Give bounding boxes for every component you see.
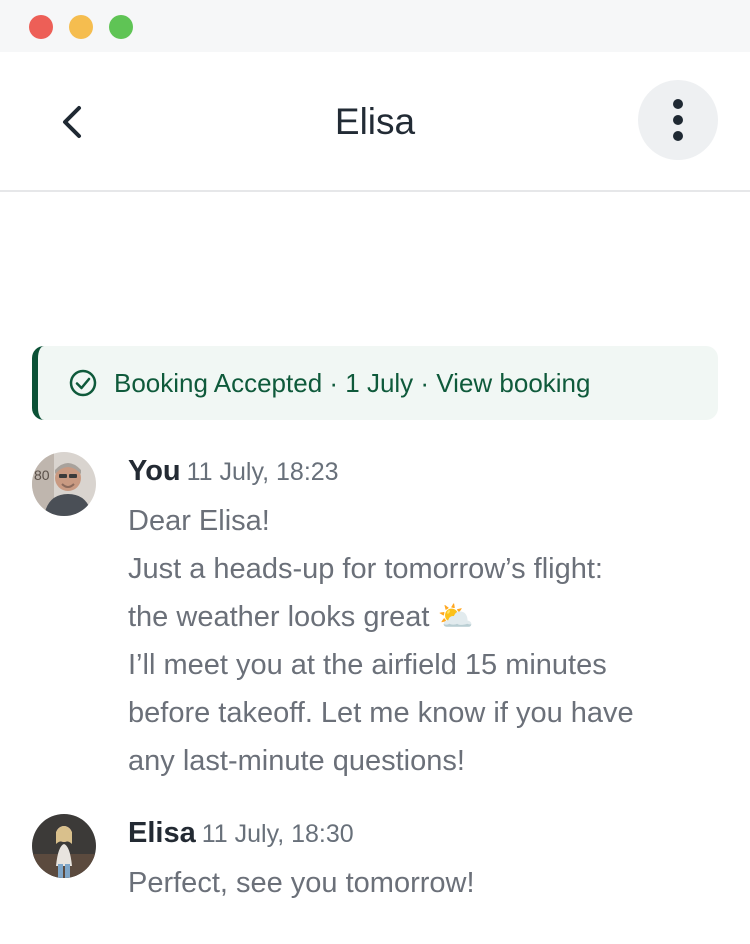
banner-separator: · bbox=[413, 367, 437, 398]
sender-name: Elisa bbox=[128, 817, 196, 849]
message-line: Dear Elisa! bbox=[128, 505, 270, 537]
message-line: I’ll meet you at the airfield 15 minutes bbox=[128, 649, 607, 681]
message-text: Dear Elisa! Just a heads-up for tomorrow… bbox=[128, 497, 718, 785]
message-line: the weather looks great ⛅ bbox=[128, 601, 474, 633]
chat-window: Elisa Booking Accepted · 1 July · View b… bbox=[0, 0, 750, 944]
sender-name: You bbox=[128, 455, 181, 487]
message-header: You 11 July, 18:23 bbox=[128, 452, 718, 495]
svg-text:80: 80 bbox=[34, 467, 50, 483]
window-titlebar bbox=[0, 0, 750, 52]
message-text: Perfect, see you tomorrow! bbox=[128, 859, 718, 907]
banner-separator: · bbox=[322, 367, 346, 398]
message-timestamp: 11 July, 18:23 bbox=[186, 458, 339, 486]
message-header: Elisa 11 July, 18:30 bbox=[128, 814, 718, 857]
chat-message: 80 You 11 July, 18:23 Dear Elisa! Just a … bbox=[32, 452, 722, 782]
booking-status-banner: Booking Accepted · 1 July · View booking bbox=[32, 346, 718, 420]
booking-date: 1 July bbox=[345, 367, 414, 398]
more-options-button[interactable] bbox=[638, 80, 718, 160]
message-line: any last-minute questions! bbox=[128, 745, 465, 777]
booking-banner-text: Booking Accepted · 1 July · View booking bbox=[114, 368, 590, 399]
more-vertical-icon bbox=[673, 99, 683, 141]
maximize-window-button[interactable] bbox=[109, 15, 133, 39]
chat-message: Elisa 11 July, 18:30 Perfect, see you tom… bbox=[32, 814, 722, 904]
message-body: You 11 July, 18:23 Dear Elisa! Just a hea… bbox=[128, 452, 718, 785]
message-line: Perfect, see you tomorrow! bbox=[128, 867, 475, 899]
avatar[interactable]: 80 bbox=[32, 452, 96, 516]
message-timestamp: 11 July, 18:30 bbox=[201, 820, 354, 848]
chat-header: Elisa bbox=[0, 52, 750, 192]
check-circle-icon bbox=[68, 368, 98, 398]
minimize-window-button[interactable] bbox=[69, 15, 93, 39]
message-line: before takeoff. Let me know if you have bbox=[128, 697, 634, 729]
message-body: Elisa 11 July, 18:30 Perfect, see you tom… bbox=[128, 814, 718, 907]
view-booking-link[interactable]: View booking bbox=[436, 368, 590, 398]
avatar[interactable] bbox=[32, 814, 96, 878]
booking-status-text: Booking Accepted bbox=[114, 367, 323, 398]
message-line: Just a heads-up for tomorrow’s flight: bbox=[128, 553, 603, 585]
close-window-button[interactable] bbox=[29, 15, 53, 39]
